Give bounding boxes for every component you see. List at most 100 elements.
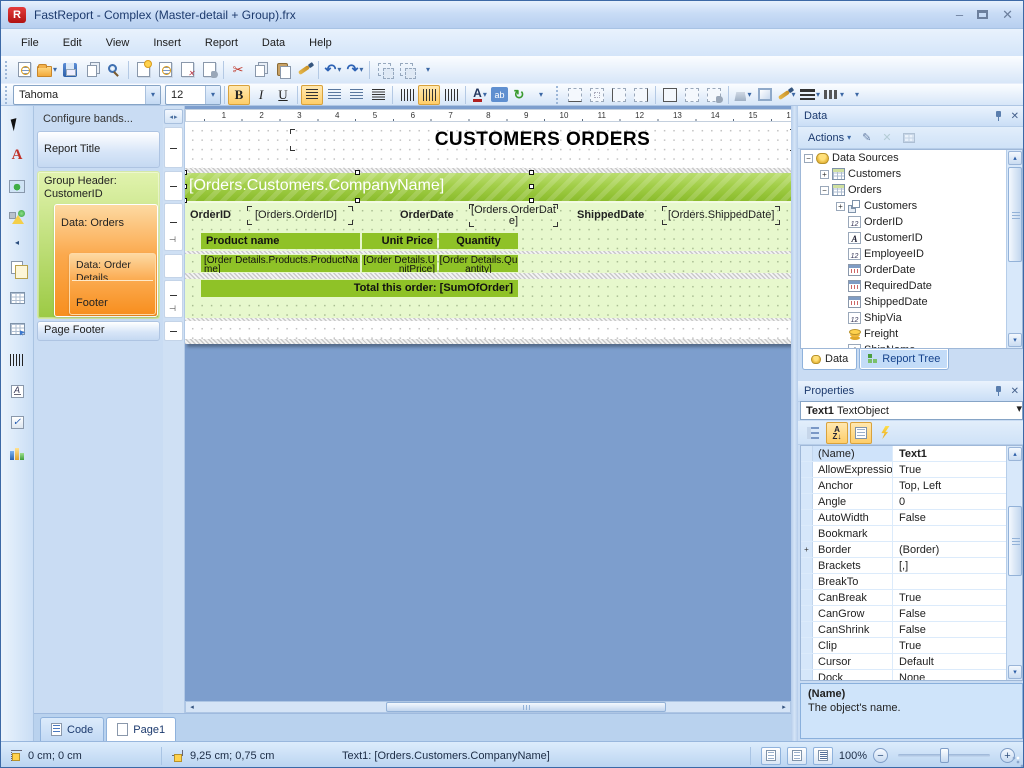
property-row[interactable]: CanGrow False [801, 606, 1022, 622]
shapes-flyout-arrow[interactable] [5, 236, 29, 248]
italic-button[interactable]: I [250, 85, 272, 105]
table-object-button[interactable] [5, 286, 29, 310]
property-value[interactable]: None [893, 670, 1022, 681]
orderid-label-object[interactable]: OrderID [190, 209, 231, 221]
property-value[interactable]: True [893, 462, 1022, 477]
border-top-button[interactable] [564, 85, 586, 105]
zoom-out-button[interactable]: − [873, 748, 888, 763]
picture-object-button[interactable] [5, 174, 29, 198]
band-details-footer[interactable]: Footer [70, 288, 155, 313]
pin-icon[interactable] [993, 111, 1003, 121]
tree-expand-box[interactable]: + [820, 170, 829, 179]
data-tree-item[interactable]: Freight [801, 326, 1022, 342]
orderid-value-object[interactable]: [Orders.OrderID] [247, 206, 353, 225]
orderdate-label-object[interactable]: OrderDate [400, 209, 454, 221]
scroll-up-arrow[interactable] [1008, 447, 1022, 461]
tab-data[interactable]: Data [802, 349, 857, 370]
data-tree-item[interactable]: RequiredDate [801, 278, 1022, 294]
menu-file[interactable]: File [9, 33, 51, 53]
data-tree-item[interactable]: − Data Sources [801, 150, 1022, 166]
border-toolbar-overflow-button[interactable] [846, 85, 868, 105]
configure-bands-button[interactable]: Configure bands... [37, 108, 160, 130]
select-tool-button[interactable] [5, 112, 29, 136]
pin-icon[interactable] [993, 386, 1003, 396]
menu-data[interactable]: Data [250, 33, 297, 53]
data-tree-item[interactable]: ShipName [801, 342, 1022, 349]
band-data-order-details[interactable]: Data: Order Details Footer [69, 253, 156, 315]
shippeddate-value-object[interactable]: [Orders.ShippedDate] [662, 206, 780, 225]
property-value[interactable]: Top, Left [893, 478, 1022, 493]
align-justify-button[interactable] [367, 85, 389, 105]
menu-edit[interactable]: Edit [51, 33, 94, 53]
property-value[interactable]: Text1 [893, 446, 1022, 461]
scrollbar-thumb[interactable] [386, 702, 666, 712]
property-row[interactable]: Brackets [,] [801, 558, 1022, 574]
scroll-right-arrow[interactable] [778, 702, 790, 712]
design-canvas[interactable]: 12345678910111213141516 CUSTOMERS ORDERS… [185, 106, 791, 701]
data-tree-item[interactable]: OrderID [801, 214, 1022, 230]
band-data-orders[interactable]: Data: Orders Data: Order Details Footer [54, 204, 158, 317]
property-value[interactable]: False [893, 510, 1022, 525]
fill-color-button[interactable] [732, 85, 754, 105]
highlight-button[interactable]: ab [491, 87, 508, 102]
tab-report-tree[interactable]: Report Tree [859, 349, 949, 370]
cut-button[interactable] [227, 59, 249, 81]
detail-quantity-cell[interactable]: [Order Details.Quantity] [439, 255, 518, 272]
align-right-button[interactable] [345, 85, 367, 105]
border-settings-button[interactable] [703, 85, 725, 105]
footer-total-object[interactable]: Total this order: [SumOfOrder] [201, 280, 518, 297]
property-value[interactable]: True [893, 590, 1022, 605]
property-row[interactable]: Cursor Default [801, 654, 1022, 670]
canvas-page-footer-band[interactable] [185, 321, 791, 339]
object-selector-combo[interactable]: Text1 TextObject [800, 401, 1023, 420]
zoom-slider-thumb[interactable] [940, 748, 949, 763]
line-style-button[interactable] [822, 85, 846, 105]
bold-button[interactable]: B [228, 85, 250, 105]
properties-panel-close-icon[interactable] [1011, 386, 1019, 397]
band-collapse-group-header[interactable] [164, 171, 183, 201]
toolbar-overflow-button[interactable] [417, 59, 439, 81]
fill-style-button[interactable] [754, 85, 776, 105]
property-row[interactable]: Clip True [801, 638, 1022, 654]
underline-button[interactable]: U [272, 85, 294, 105]
data-tree-item[interactable]: + Customers [801, 198, 1022, 214]
band-page-footer[interactable]: Page Footer [37, 321, 160, 341]
page-settings-button[interactable] [198, 59, 220, 81]
canvas-data-orders-band[interactable]: OrderID [Orders.OrderID] OrderDate [Orde… [185, 203, 791, 251]
matrix-object-button[interactable] [5, 317, 29, 341]
panel-splitter[interactable] [791, 106, 798, 741]
hundred-percent-view-button[interactable] [813, 747, 833, 765]
delete-datasource-button[interactable] [878, 129, 895, 147]
save-button[interactable] [59, 59, 81, 81]
page-width-view-button[interactable] [761, 747, 781, 765]
undo-button[interactable] [322, 59, 344, 81]
new-page-button[interactable] [132, 59, 154, 81]
property-row[interactable]: Dock None [801, 670, 1022, 681]
property-value[interactable] [893, 574, 1022, 589]
shippeddate-label-object[interactable]: ShippedDate [577, 209, 644, 221]
menu-report[interactable]: Report [193, 33, 250, 53]
detail-productname-cell[interactable]: [Order Details.Products.ProductName] [201, 255, 360, 272]
property-value[interactable]: [,] [893, 558, 1022, 573]
tree-expand-box[interactable]: − [804, 154, 813, 163]
preview-button[interactable] [103, 59, 125, 81]
report-title-object[interactable]: CUSTOMERS ORDERS [290, 129, 791, 151]
line-color-button[interactable] [776, 85, 798, 105]
canvas-report-title-band[interactable]: CUSTOMERS ORDERS [185, 123, 791, 168]
scrollbar-thumb[interactable] [1008, 506, 1022, 576]
property-value[interactable]: Default [893, 654, 1022, 669]
save-all-button[interactable] [81, 59, 103, 81]
property-row[interactable]: + Border (Border) [801, 542, 1022, 558]
menu-insert[interactable]: Insert [141, 33, 193, 53]
scrollbar-thumb[interactable] [1008, 167, 1022, 262]
property-row[interactable]: CanBreak True [801, 590, 1022, 606]
data-tree-item[interactable]: ShipVia [801, 310, 1022, 326]
paste-button[interactable] [271, 59, 293, 81]
alphabetical-sort-button[interactable]: AZ↓ [826, 422, 848, 444]
detail-header-unitprice-cell[interactable]: Unit Price [362, 233, 437, 249]
canvas-footer-band[interactable]: Total this order: [SumOfOrder] [185, 279, 791, 318]
menu-help[interactable]: Help [297, 33, 344, 53]
shapes-button[interactable] [5, 205, 29, 229]
text-rotation-button[interactable] [508, 85, 530, 105]
open-button[interactable] [35, 59, 59, 81]
